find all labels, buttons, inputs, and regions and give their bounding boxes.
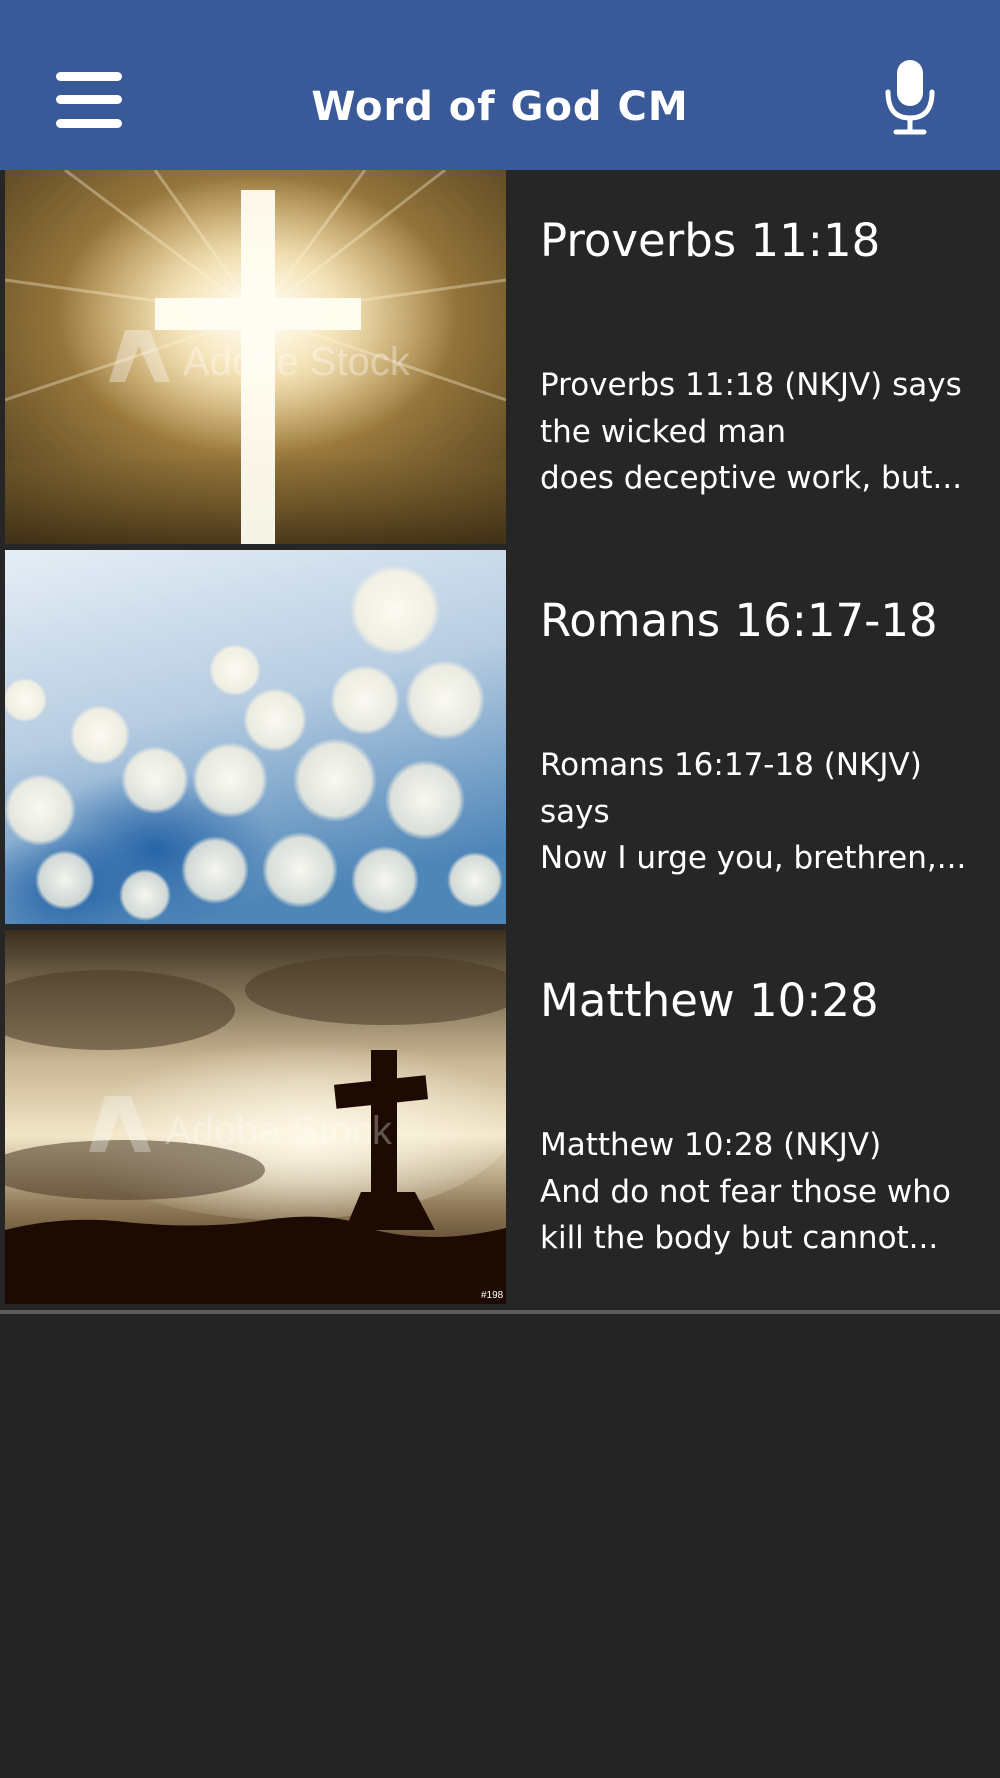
app-bar: Word of God CM	[0, 0, 1000, 170]
blue-bokeh-image	[5, 550, 506, 924]
list-item[interactable]: Romans 16:17-18 Romans 16:17-18 (NKJV) s…	[0, 550, 1000, 934]
watermark-text: Adobe Stock	[183, 340, 411, 384]
cross-silhouette-sky-image: Adobe Stock #198	[5, 930, 506, 1304]
list-item-text: Proverbs 11:18 (NKJV) says the wicked ma…	[540, 367, 963, 496]
glowing-cross-image: Adobe Stock	[5, 170, 506, 544]
list-item-title: Proverbs 11:18	[540, 214, 881, 267]
app-title: Word of God CM	[311, 84, 689, 130]
watermark-text: Adobe Stock	[165, 1109, 393, 1153]
list-item[interactable]: Adobe Stock Proverbs 11:18 Proverbs 11:1…	[0, 170, 1000, 554]
list-item-text: Romans 16:17-18 (NKJV) says Now I urge y…	[540, 747, 967, 876]
image-tag: #198	[481, 1290, 504, 1301]
list-item-title: Matthew 10:28	[540, 974, 879, 1027]
microphone-icon	[885, 60, 935, 135]
list-item-text: Matthew 10:28 (NKJV) And do not fear tho…	[540, 1127, 951, 1256]
list-item[interactable]: Adobe Stock #198 Matthew 10:28 Matthew 1…	[0, 930, 1000, 1314]
voice-search-button[interactable]	[884, 58, 936, 136]
list-item-title: Romans 16:17-18	[540, 594, 938, 647]
